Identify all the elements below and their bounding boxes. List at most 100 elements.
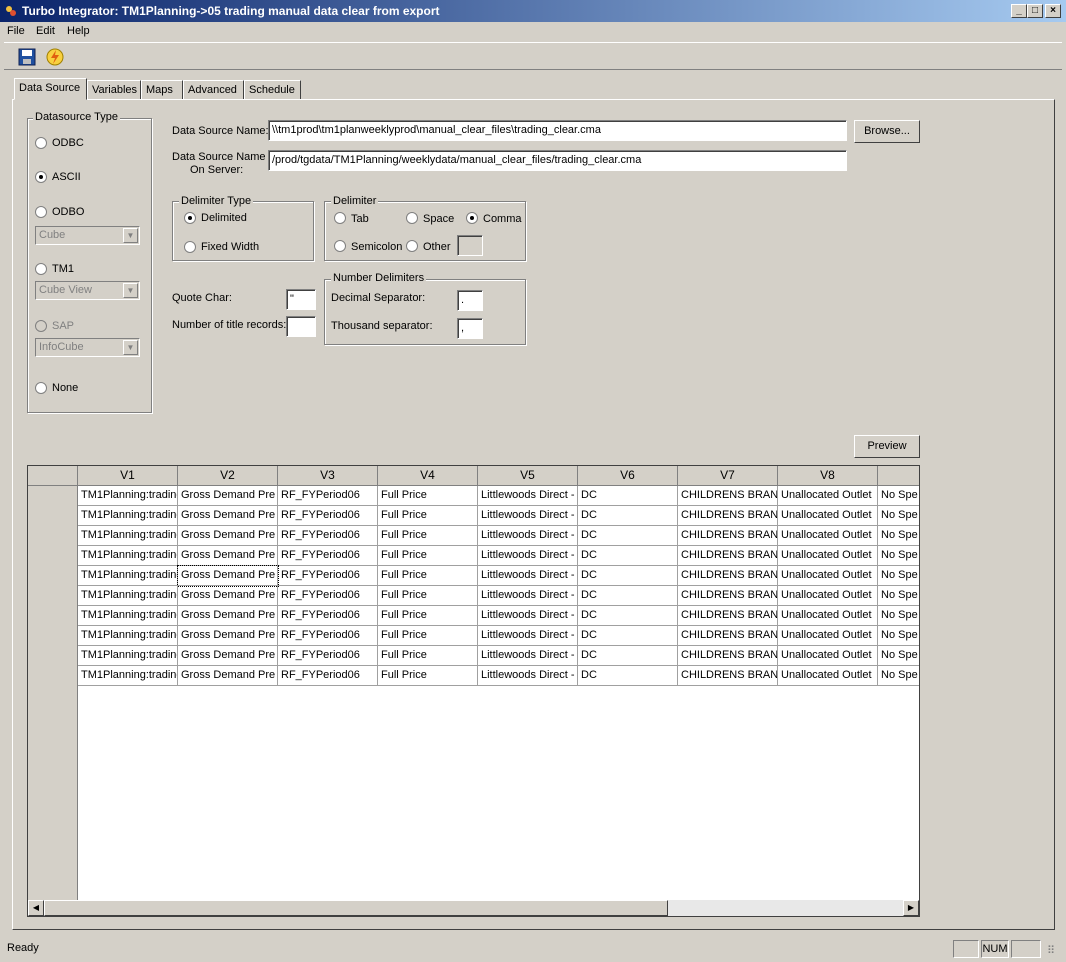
grid-cell[interactable]: TM1Planning:trading	[78, 586, 178, 606]
grid-cell[interactable]: CHILDRENS BRAN	[678, 486, 778, 506]
grid-cell[interactable]: No Spe	[878, 546, 919, 566]
browse-button[interactable]: Browse...	[854, 120, 920, 143]
grid-cell[interactable]: Full Price	[378, 546, 478, 566]
grid-cell[interactable]: No Spe	[878, 606, 919, 626]
grid-cell[interactable]: Full Price	[378, 586, 478, 606]
tab-variables[interactable]: Variables	[87, 80, 141, 100]
grid-cell[interactable]: Unallocated Outlet	[778, 526, 878, 546]
preview-grid[interactable]: TM1Planning:trading Gross Demand Pre 0 RF_…	[27, 465, 920, 917]
radio-semicolon[interactable]	[334, 240, 346, 252]
grid-cell[interactable]: RF_FYPeriod06	[278, 626, 378, 646]
grid-cell[interactable]: Gross Demand Pre 0	[178, 646, 278, 666]
grid-cell[interactable]: Full Price	[378, 506, 478, 526]
maximize-button[interactable]: □	[1027, 4, 1043, 18]
grid-cell[interactable]: Full Price	[378, 666, 478, 686]
grid-column-header[interactable]: V4	[378, 466, 478, 486]
grid-cell[interactable]: TM1Planning:trading	[78, 606, 178, 626]
grid-cell[interactable]: Full Price	[378, 566, 478, 586]
close-button[interactable]: ×	[1045, 4, 1061, 18]
grid-cell[interactable]: CHILDRENS BRAN	[678, 606, 778, 626]
grid-cell[interactable]: Unallocated Outlet	[778, 626, 878, 646]
grid-cell[interactable]: Gross Demand Pre 0	[178, 666, 278, 686]
grid-cell[interactable]: CHILDRENS BRAN	[678, 626, 778, 646]
grid-cell[interactable]: Littlewoods Direct - 0	[478, 606, 578, 626]
grid-cell[interactable]: TM1Planning:trading	[78, 526, 178, 546]
radio-delimited[interactable]	[184, 212, 196, 224]
grid-cell[interactable]: Full Price	[378, 606, 478, 626]
grid-cell[interactable]: RF_FYPeriod06	[278, 546, 378, 566]
grid-cell[interactable]: No Spe	[878, 586, 919, 606]
grid-column-header[interactable]	[878, 466, 919, 486]
grid-cell[interactable]: RF_FYPeriod06	[278, 486, 378, 506]
grid-cell[interactable]: Littlewoods Direct - 0	[478, 646, 578, 666]
radio-tab[interactable]	[334, 212, 346, 224]
grid-cell[interactable]: TM1Planning:trading	[78, 666, 178, 686]
radio-space[interactable]	[406, 212, 418, 224]
grid-cell[interactable]: CHILDRENS BRAN	[678, 526, 778, 546]
horizontal-scrollbar[interactable]: ◀ ▶	[28, 900, 919, 916]
grid-cell[interactable]: CHILDRENS BRAN	[678, 646, 778, 666]
grid-cell[interactable]: CHILDRENS BRAN	[678, 666, 778, 686]
grid-cell[interactable]: RF_FYPeriod06	[278, 586, 378, 606]
grid-cell[interactable]: RF_FYPeriod06	[278, 506, 378, 526]
radio-none[interactable]	[35, 382, 47, 394]
grid-column-header[interactable]: V6	[578, 466, 678, 486]
tab-maps[interactable]: Maps	[141, 80, 183, 100]
grid-cell[interactable]: No Spe	[878, 626, 919, 646]
grid-cell[interactable]: No Spe	[878, 506, 919, 526]
radio-ascii[interactable]	[35, 171, 47, 183]
grid-cell[interactable]: Full Price	[378, 646, 478, 666]
grid-cell[interactable]: Gross Demand Pre 0	[178, 526, 278, 546]
grid-column-header[interactable]: V3	[278, 466, 378, 486]
grid-cell[interactable]: Littlewoods Direct - 0	[478, 526, 578, 546]
tab-advanced[interactable]: Advanced	[183, 80, 244, 100]
grid-column-header[interactable]: V2	[178, 466, 278, 486]
menu-help[interactable]: Help	[67, 25, 90, 37]
grid-cell[interactable]: Gross Demand Pre 0	[178, 586, 278, 606]
grid-cell[interactable]: DC	[578, 546, 678, 566]
grid-cell[interactable]: Unallocated Outlet	[778, 666, 878, 686]
radio-other[interactable]	[406, 240, 418, 252]
grid-column-header[interactable]: V5	[478, 466, 578, 486]
title-records-input[interactable]	[286, 316, 316, 337]
grid-cell[interactable]: Unallocated Outlet	[778, 486, 878, 506]
radio-fixed-width[interactable]	[184, 241, 196, 253]
save-icon[interactable]	[16, 46, 38, 68]
tab-data-source[interactable]: Data Source	[14, 78, 87, 100]
grid-cell[interactable]: No Spe	[878, 666, 919, 686]
grid-cell[interactable]: Unallocated Outlet	[778, 506, 878, 526]
grid-cell[interactable]: Full Price	[378, 526, 478, 546]
grid-cell[interactable]: CHILDRENS BRAN	[678, 566, 778, 586]
grid-cell[interactable]: DC	[578, 666, 678, 686]
grid-cell[interactable]: Gross Demand Pre 0	[177, 565, 279, 587]
grid-cell[interactable]: Gross Demand Pre 0	[178, 626, 278, 646]
grid-cell[interactable]: No Spe	[878, 566, 919, 586]
grid-cell[interactable]: DC	[578, 626, 678, 646]
grid-cell[interactable]: DC	[578, 526, 678, 546]
grid-cell[interactable]: No Spe	[878, 526, 919, 546]
ds-server-input[interactable]: /prod/tgdata/TM1Planning/weeklydata/manu…	[268, 150, 847, 171]
grid-cell[interactable]: RF_FYPeriod06	[278, 646, 378, 666]
grid-cell[interactable]: Unallocated Outlet	[778, 566, 878, 586]
minimize-button[interactable]: _	[1011, 4, 1027, 18]
menu-file[interactable]: File	[7, 25, 25, 37]
grid-cell[interactable]: Unallocated Outlet	[778, 586, 878, 606]
grid-cell[interactable]: CHILDRENS BRAN	[678, 586, 778, 606]
cube-view-combo[interactable]: Cube View ▼	[35, 281, 140, 300]
grid-cell[interactable]: CHILDRENS BRAN	[678, 506, 778, 526]
grid-cell[interactable]: Littlewoods Direct - 0	[478, 486, 578, 506]
resize-grip-icon[interactable]: ⠿	[1047, 944, 1055, 957]
menu-edit[interactable]: Edit	[36, 25, 55, 37]
grid-cell[interactable]: DC	[578, 566, 678, 586]
grid-cell[interactable]: Unallocated Outlet	[778, 646, 878, 666]
grid-cell[interactable]: TM1Planning:trading	[78, 566, 178, 586]
grid-cell[interactable]: DC	[578, 606, 678, 626]
grid-column-header[interactable]: V8	[778, 466, 878, 486]
grid-cell[interactable]: Full Price	[378, 626, 478, 646]
grid-cell[interactable]: Littlewoods Direct - 0	[478, 586, 578, 606]
grid-column-header[interactable]: V1	[78, 466, 178, 486]
ds-name-input[interactable]: \\tm1prod\tm1planweeklyprod\manual_clear…	[268, 120, 847, 141]
grid-cell[interactable]: TM1Planning:trading	[78, 626, 178, 646]
grid-cell[interactable]: DC	[578, 506, 678, 526]
grid-cell[interactable]: Littlewoods Direct - 0	[478, 546, 578, 566]
